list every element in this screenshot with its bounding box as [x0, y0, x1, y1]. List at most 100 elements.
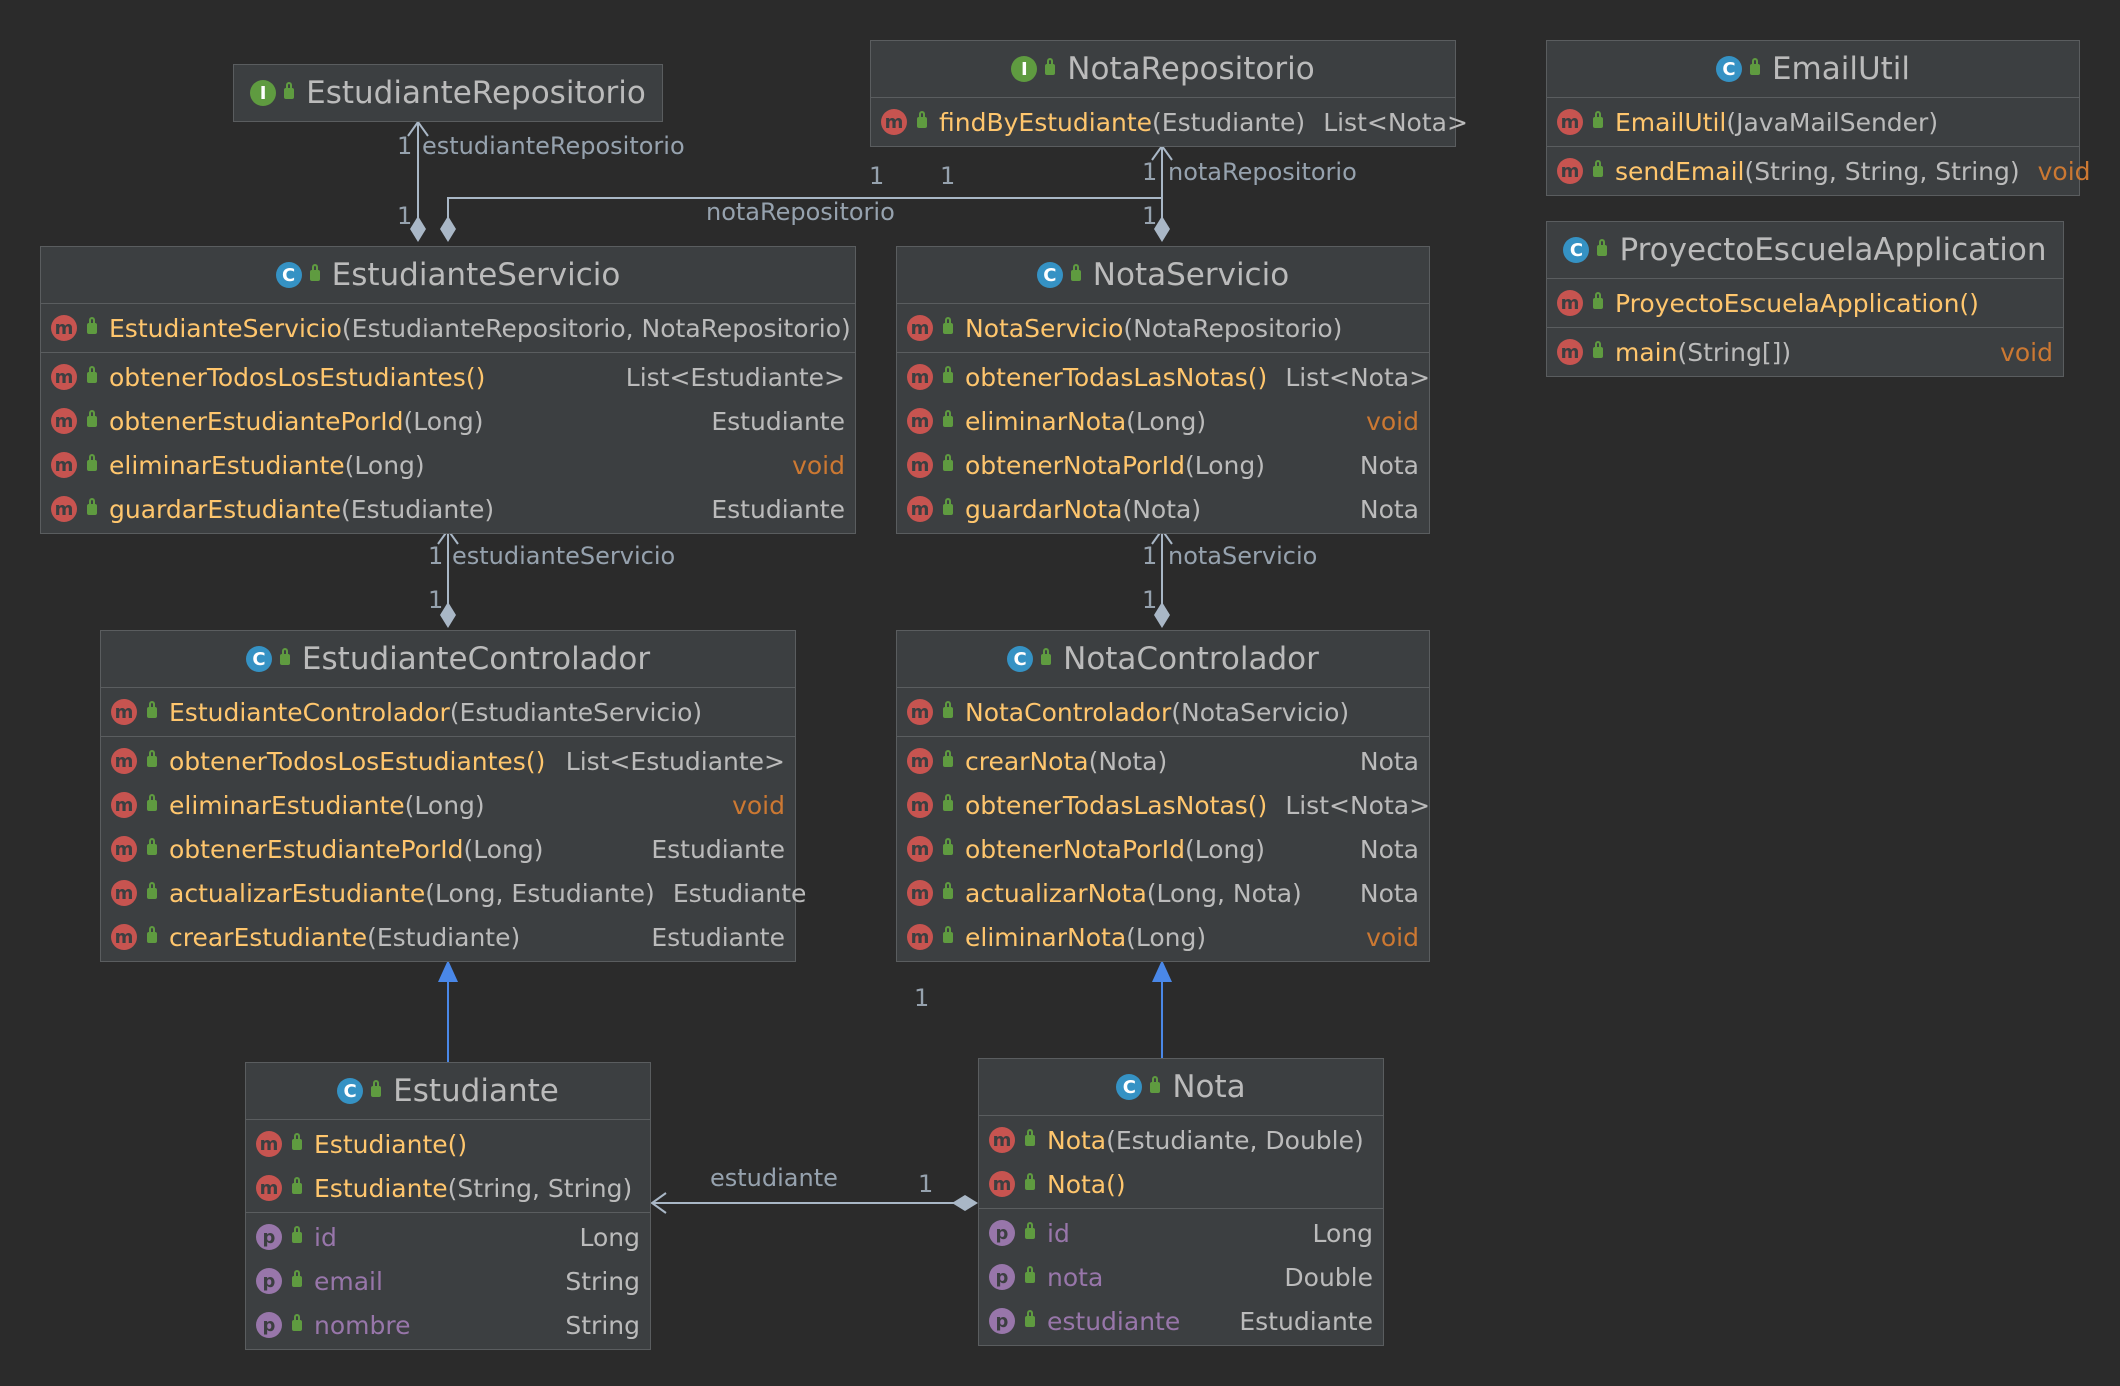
class-name: EstudianteRepositorio — [306, 75, 646, 111]
property-row[interactable]: p nota Double — [979, 1255, 1383, 1299]
class-box-estudiante[interactable]: C Estudiante m Estudiante() m Estudiante (Stri… — [245, 1062, 651, 1350]
method-row[interactable]: m findByEstudiante (Estudiante) List<Nota> — [871, 100, 1468, 144]
method-row[interactable]: m obtenerNotaPorId (Long) Nota — [897, 827, 1429, 871]
method-row[interactable]: m main (String[]) void — [1547, 330, 2063, 374]
class-box-nota-repositorio[interactable]: I NotaRepositorio m findByEstudiante (Estudi… — [870, 40, 1468, 147]
return-type: Nota — [1359, 494, 1419, 524]
method-row[interactable]: m Estudiante() — [246, 1122, 650, 1166]
class-box-estudiante-repositorio[interactable]: I EstudianteRepositorio — [233, 64, 663, 122]
property-icon: p — [256, 1268, 282, 1294]
class-box-nota-controlador[interactable]: C NotaControlador m NotaControlador (NotaSer… — [896, 630, 1430, 962]
class-icon: C — [1036, 262, 1063, 288]
public-lock-icon — [943, 700, 953, 718]
method-icon: m — [907, 452, 933, 478]
class-box-email-util[interactable]: C EmailUtil m EmailUtil (JavaMailSender) m sen… — [1546, 40, 2091, 196]
class-box-nota-servicio[interactable]: C NotaServicio m NotaServicio (NotaRepositor… — [896, 246, 1430, 534]
method-icon: m — [989, 1171, 1015, 1197]
method-row[interactable]: m obtenerEstudiantePorId (Long) Estudiante — [41, 399, 855, 443]
method-row[interactable]: m obtenerNotaPorId (Long) Nota — [897, 443, 1429, 487]
method-row[interactable]: m Nota() — [979, 1162, 1383, 1206]
method-name: crearNota — [965, 746, 1089, 776]
method-name: obtenerTodosLosEstudiantes() — [169, 746, 546, 776]
public-lock-icon — [943, 365, 953, 383]
method-icon: m — [256, 1131, 282, 1157]
edge-label-estudiante-repositorio: estudianteRepositorio — [422, 132, 685, 160]
method-row[interactable]: m obtenerTodosLosEstudiantes() List<Estudi… — [41, 355, 855, 399]
property-row[interactable]: p email String — [246, 1259, 650, 1303]
method-row[interactable]: m NotaServicio (NotaRepositorio) — [897, 306, 1429, 350]
method-row[interactable]: m obtenerTodosLosEstudiantes() List<Estudi… — [101, 739, 795, 783]
class-box-estudiante-servicio[interactable]: C EstudianteServicio m EstudianteServicio (E… — [40, 246, 856, 534]
public-lock-icon — [943, 453, 953, 471]
method-row[interactable]: m obtenerEstudiantePorId (Long) Estudiante — [101, 827, 795, 871]
public-lock-icon — [1593, 110, 1603, 128]
method-row[interactable]: m ProyectoEscuelaApplication() — [1547, 281, 2063, 325]
method-params: (NotaServicio) — [1171, 697, 1350, 727]
return-type: void — [2000, 337, 2053, 367]
method-row[interactable]: m eliminarNota (Long) void — [897, 915, 1429, 959]
public-lock-icon — [943, 793, 953, 811]
property-row[interactable]: p id Long — [979, 1211, 1383, 1255]
class-icon: C — [275, 262, 302, 288]
method-row[interactable]: m eliminarNota (Long) void — [897, 399, 1429, 443]
method-row[interactable]: m EmailUtil (JavaMailSender) — [1547, 100, 2079, 144]
class-section: m ProyectoEscuelaApplication() — [1547, 279, 2063, 328]
public-lock-icon — [309, 263, 320, 281]
return-type: List<Nota> — [1323, 107, 1468, 137]
method-row[interactable]: m guardarNota (Nota) Nota — [897, 487, 1429, 531]
class-section: p id Long p email String p nombre String — [246, 1213, 650, 1349]
method-row[interactable]: m crearNota (Nota) Nota — [897, 739, 1429, 783]
method-row[interactable]: m crearEstudiante (Estudiante) Estudiante — [101, 915, 795, 959]
method-params: (Long) — [1184, 450, 1265, 480]
method-row[interactable]: m eliminarEstudiante (Long) void — [41, 443, 855, 487]
method-row[interactable]: m actualizarEstudiante (Long, Estudiante) E… — [101, 871, 806, 915]
method-icon: m — [256, 1175, 282, 1201]
class-box-nota[interactable]: C Nota m Nota (Estudiante, Double) m Nota() p id… — [978, 1058, 1384, 1346]
public-lock-icon — [1045, 57, 1056, 75]
class-icon: C — [245, 646, 272, 672]
public-lock-icon — [943, 837, 953, 855]
method-row[interactable]: m EstudianteControlador (EstudianteServici… — [101, 690, 795, 734]
property-row[interactable]: p nombre String — [246, 1303, 650, 1347]
class-box-proyecto-escuela-application[interactable]: C ProyectoEscuelaApplication m ProyectoEscu… — [1546, 221, 2064, 377]
method-icon: m — [907, 792, 933, 818]
property-row[interactable]: p id Long — [246, 1215, 650, 1259]
method-row[interactable]: m actualizarNota (Long, Nota) Nota — [897, 871, 1429, 915]
class-header: C NotaControlador — [897, 631, 1429, 688]
method-row[interactable]: m obtenerTodasLasNotas() List<Nota> — [897, 355, 1430, 399]
method-icon: m — [1557, 339, 1583, 365]
method-name: NotaControlador — [965, 697, 1172, 727]
return-type: List<Estudiante> — [625, 362, 845, 392]
method-row[interactable]: m guardarEstudiante (Estudiante) Estudiante — [41, 487, 855, 531]
method-icon: m — [111, 880, 137, 906]
class-section: m crearNota (Nota) Nota m obtenerTodasLasNota… — [897, 737, 1430, 961]
method-name: obtenerNotaPorId — [965, 834, 1185, 864]
method-icon: m — [111, 792, 137, 818]
class-box-estudiante-controlador[interactable]: C EstudianteControlador m EstudianteControl… — [100, 630, 806, 962]
method-row[interactable]: m Estudiante (String, String) — [246, 1166, 650, 1210]
return-type: Double — [1284, 1262, 1373, 1292]
public-lock-icon — [1025, 1221, 1035, 1239]
property-icon: p — [989, 1264, 1015, 1290]
method-icon: m — [51, 496, 77, 522]
method-row[interactable]: m eliminarEstudiante (Long) void — [101, 783, 795, 827]
public-lock-icon — [943, 749, 953, 767]
method-params: (Estudiante) — [367, 922, 521, 952]
public-lock-icon — [284, 81, 295, 99]
property-row[interactable]: p estudiante Estudiante — [979, 1299, 1383, 1343]
method-row[interactable]: m NotaControlador (NotaServicio) — [897, 690, 1429, 734]
method-row[interactable]: m sendEmail (String, String, String) void — [1547, 149, 2091, 193]
method-icon: m — [989, 1127, 1015, 1153]
method-row[interactable]: m Nota (Estudiante, Double) — [979, 1118, 1383, 1162]
public-lock-icon — [943, 925, 953, 943]
method-row[interactable]: m obtenerTodasLasNotas() List<Nota> — [897, 783, 1430, 827]
public-lock-icon — [1593, 291, 1603, 309]
class-header: C ProyectoEscuelaApplication — [1547, 222, 2063, 279]
class-icon: C — [1715, 56, 1742, 82]
method-icon: m — [907, 408, 933, 434]
method-row[interactable]: m EstudianteServicio (EstudianteRepositori… — [41, 306, 855, 350]
class-section: m obtenerTodasLasNotas() List<Nota> m elimin… — [897, 353, 1430, 533]
public-lock-icon — [943, 409, 953, 427]
class-icon: C — [337, 1078, 364, 1104]
class-section: m Nota (Estudiante, Double) m Nota() — [979, 1116, 1383, 1209]
